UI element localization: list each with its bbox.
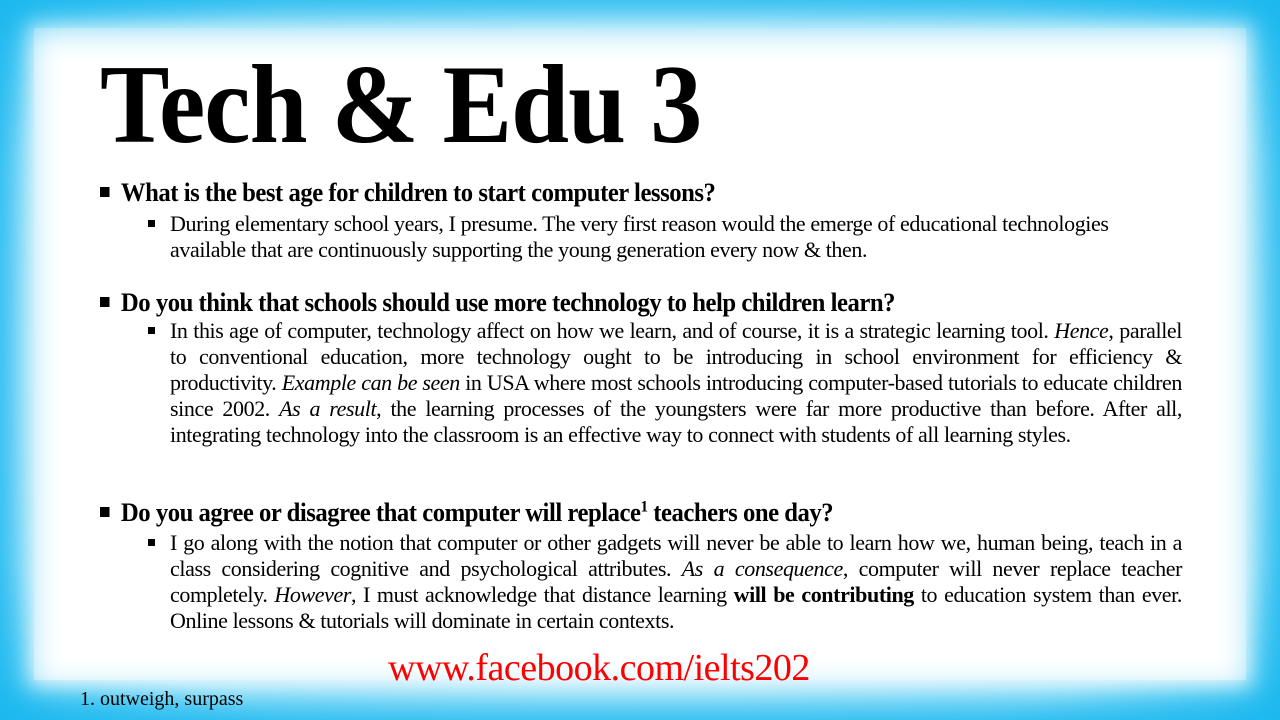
answer-2-text: In this age of computer, technology affe… bbox=[170, 318, 1182, 448]
bullet-icon bbox=[148, 220, 155, 227]
question-2-text: Do you think that schools should use mor… bbox=[120, 288, 896, 317]
italic-segment: As a consequence bbox=[681, 556, 844, 581]
bullet-icon bbox=[100, 187, 110, 198]
text-segment: In this age of computer, technology affe… bbox=[170, 318, 1055, 343]
answer-3-text: I go along with the notion that computer… bbox=[170, 530, 1182, 634]
italic-segment: Example can be seen bbox=[281, 370, 461, 395]
bullet-icon bbox=[100, 297, 110, 308]
watermark-url: www.facebook.com/ielts202 bbox=[388, 647, 810, 689]
italic-segment: As a result bbox=[279, 396, 377, 421]
answer-3: I go along with the notion that computer… bbox=[148, 530, 1182, 634]
question-1-text: What is the best age for children to sta… bbox=[120, 178, 716, 207]
answer-1: During elementary school years, I presum… bbox=[148, 211, 1182, 263]
italic-segment: However bbox=[274, 582, 351, 607]
bullet-icon bbox=[100, 507, 110, 518]
bold-segment: will be contributing bbox=[733, 582, 915, 607]
text-segment: , I must acknowledge that distance learn… bbox=[350, 582, 734, 607]
bullet-icon bbox=[148, 327, 155, 334]
italic-segment: Hence bbox=[1054, 318, 1109, 343]
answer-1-text: During elementary school years, I presum… bbox=[170, 211, 1109, 262]
question-1: What is the best age for children to sta… bbox=[100, 178, 716, 208]
footnote: 1. outweigh, surpass bbox=[80, 688, 244, 710]
question-3-text-end: teachers one day? bbox=[647, 498, 834, 527]
question-2: Do you think that schools should use mor… bbox=[100, 288, 895, 318]
question-3: Do you agree or disagree that computer w… bbox=[100, 498, 834, 528]
slide-title: Tech & Edu 3 bbox=[100, 43, 702, 167]
question-3-text: Do you agree or disagree that computer w… bbox=[120, 498, 641, 527]
bullet-icon bbox=[148, 539, 155, 546]
answer-2: In this age of computer, technology affe… bbox=[148, 318, 1182, 448]
